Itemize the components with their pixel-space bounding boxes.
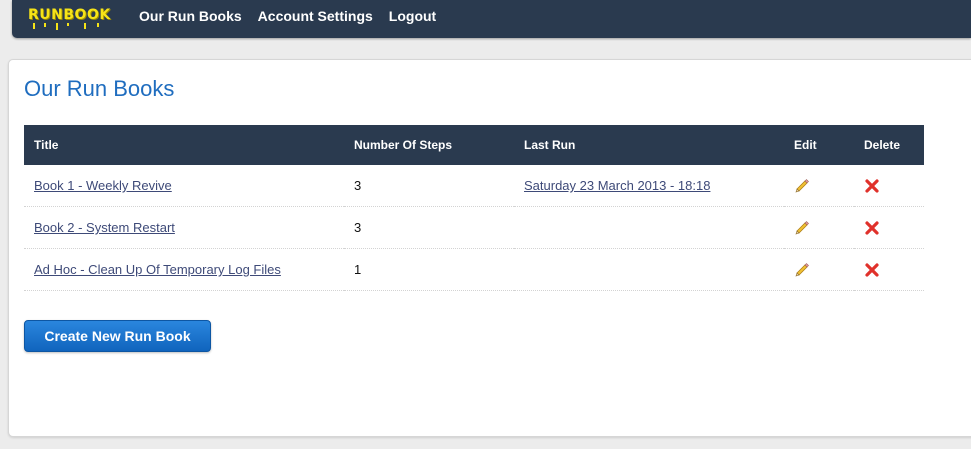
page-title: Our Run Books (24, 76, 175, 101)
cell-edit (784, 248, 854, 291)
table-header-row: Title Number Of Steps Last Run Edit Dele… (24, 125, 924, 165)
table-row: Book 1 - Weekly Revive 3 Saturday 23 Mar… (24, 165, 924, 207)
runbook-title-link[interactable]: Book 1 - Weekly Revive (34, 178, 172, 193)
runbooks-table: Title Number Of Steps Last Run Edit Dele… (24, 125, 924, 291)
logo-drips-icon (33, 23, 99, 30)
nav-account-settings[interactable]: Account Settings (258, 8, 373, 24)
cell-last-run (514, 248, 784, 291)
content-panel: Our Run Books Title Number Of Steps Last… (8, 59, 971, 437)
column-header-last-run: Last Run (524, 138, 576, 152)
cell-title: Book 2 - System Restart (24, 206, 344, 249)
column-header-steps: Number Of Steps (354, 138, 453, 152)
nav-logout[interactable]: Logout (389, 8, 436, 24)
cell-delete (854, 248, 924, 291)
runbook-title-link[interactable]: Ad Hoc - Clean Up Of Temporary Log Files (34, 262, 281, 277)
cell-title: Ad Hoc - Clean Up Of Temporary Log Files (24, 248, 344, 291)
main-nav: Our Run Books Account Settings Logout (139, 8, 452, 24)
cell-steps: 3 (344, 206, 514, 249)
nav-our-run-books[interactable]: Our Run Books (139, 8, 242, 24)
cell-steps: 3 (344, 165, 514, 207)
cell-edit (784, 206, 854, 249)
table-row: Book 2 - System Restart 3 (24, 206, 924, 249)
column-header-edit: Edit (794, 138, 817, 152)
delete-x-icon[interactable] (864, 220, 880, 236)
cell-title: Book 1 - Weekly Revive (24, 165, 344, 207)
cell-last-run: Saturday 23 March 2013 - 18:18 (514, 165, 784, 207)
cell-delete (854, 165, 924, 207)
runbook-title-link[interactable]: Book 2 - System Restart (34, 220, 175, 235)
cell-delete (854, 206, 924, 249)
table-row: Ad Hoc - Clean Up Of Temporary Log Files… (24, 248, 924, 291)
column-header-delete: Delete (864, 138, 901, 152)
runbook-logo[interactable]: RUNBOOK (28, 7, 111, 30)
cell-edit (784, 165, 854, 207)
delete-x-icon[interactable] (864, 262, 880, 278)
cell-last-run (514, 206, 784, 249)
create-new-run-book-button[interactable]: Create New Run Book (24, 320, 211, 352)
top-navbar: RUNBOOK Our Run Books Account Settings L… (12, 0, 971, 38)
pencil-icon[interactable] (794, 262, 810, 278)
last-run-link[interactable]: Saturday 23 March 2013 - 18:18 (524, 178, 710, 193)
pencil-icon[interactable] (794, 220, 810, 236)
delete-x-icon[interactable] (864, 178, 880, 194)
logo-text: RUNBOOK (28, 7, 111, 23)
cell-steps: 1 (344, 248, 514, 291)
column-header-title: Title (34, 138, 59, 152)
pencil-icon[interactable] (794, 178, 810, 194)
